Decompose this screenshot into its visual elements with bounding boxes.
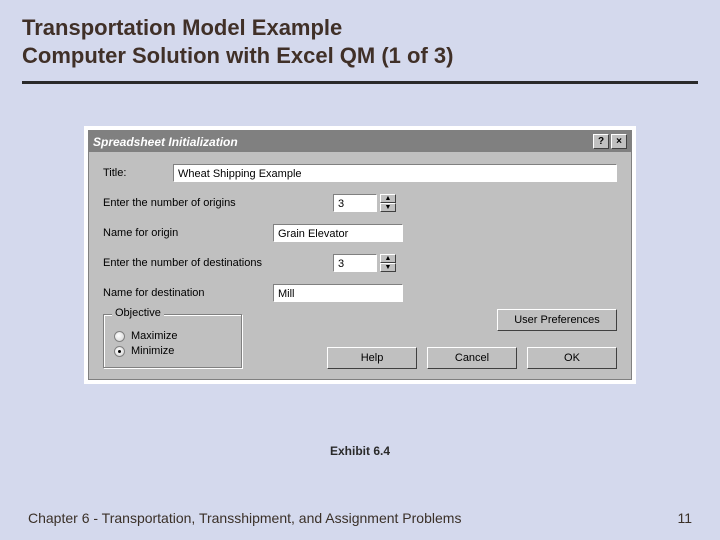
- radio-icon: [114, 331, 125, 342]
- label-destinations: Enter the number of destinations: [103, 257, 303, 269]
- origin-name-input[interactable]: Grain Elevator: [273, 224, 403, 242]
- chevron-up-icon[interactable]: ▲: [380, 254, 396, 263]
- title-input[interactable]: Wheat Shipping Example: [173, 164, 617, 182]
- objective-group: Objective Maximize Minimize: [103, 314, 243, 369]
- objective-label: Objective: [112, 307, 164, 319]
- slide-title-line1: Transportation Model Example: [22, 14, 698, 42]
- label-origin-name: Name for origin: [103, 227, 273, 239]
- chevron-up-icon[interactable]: ▲: [380, 194, 396, 203]
- dest-name-input[interactable]: Mill: [273, 284, 403, 302]
- title-rule: [22, 81, 698, 84]
- page-number: 11: [677, 510, 692, 526]
- slide-footer: Chapter 6 - Transportation, Transshipmen…: [28, 510, 461, 526]
- minimize-label: Minimize: [131, 345, 174, 357]
- chevron-down-icon[interactable]: ▼: [380, 203, 396, 212]
- titlebar: Spreadsheet Initialization ? ×: [89, 131, 631, 152]
- label-title: Title:: [103, 167, 173, 179]
- origins-spinner[interactable]: ▲ ▼: [380, 194, 396, 212]
- radio-icon: [114, 346, 125, 357]
- cancel-button[interactable]: Cancel: [427, 347, 517, 369]
- destinations-input[interactable]: 3: [333, 254, 377, 272]
- help-icon[interactable]: ?: [593, 134, 609, 149]
- slide-title-line2: Computer Solution with Excel QM (1 of 3): [22, 42, 698, 70]
- dialog-window: Spreadsheet Initialization ? × Title: Wh…: [88, 130, 632, 380]
- destinations-spinner[interactable]: ▲ ▼: [380, 254, 396, 272]
- label-dest-name: Name for destination: [103, 287, 273, 299]
- titlebar-text: Spreadsheet Initialization: [93, 135, 591, 149]
- dialog-screenshot: Spreadsheet Initialization ? × Title: Wh…: [84, 126, 636, 384]
- help-button[interactable]: Help: [327, 347, 417, 369]
- user-preferences-button[interactable]: User Preferences: [497, 309, 617, 331]
- exhibit-caption: Exhibit 6.4: [0, 444, 720, 458]
- label-origins: Enter the number of origins: [103, 197, 273, 209]
- close-icon[interactable]: ×: [611, 134, 627, 149]
- origins-input[interactable]: 3: [333, 194, 377, 212]
- radio-minimize[interactable]: Minimize: [114, 345, 232, 357]
- maximize-label: Maximize: [131, 330, 177, 342]
- radio-maximize[interactable]: Maximize: [114, 330, 232, 342]
- ok-button[interactable]: OK: [527, 347, 617, 369]
- chevron-down-icon[interactable]: ▼: [380, 263, 396, 272]
